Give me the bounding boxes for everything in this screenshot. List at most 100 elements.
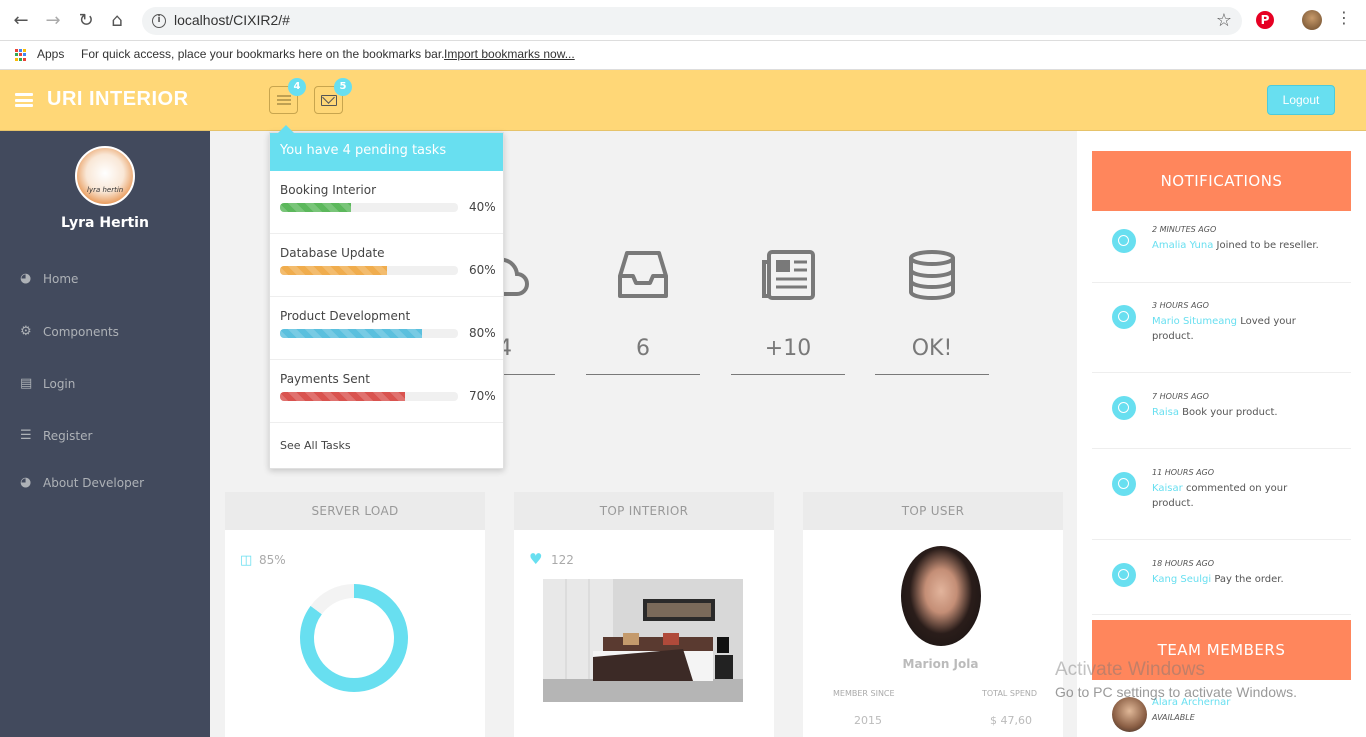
task-percent: 60% [469,263,496,277]
member-since-value: 2015 [854,714,882,727]
task-progress-bar [280,203,458,212]
stat-underline [875,374,989,375]
task-progress-bar [280,392,458,401]
apps-grid-icon[interactable] [15,49,27,61]
clock-icon [1112,229,1136,253]
task-name: Product Development [280,309,411,323]
notification-user-link[interactable]: Kaisar [1152,483,1183,494]
messages-count-badge: 5 [334,78,352,96]
stat-value: OK! [911,336,953,361]
member-since-label: MEMBER SINCE [833,689,895,698]
newspaper-icon [731,250,845,302]
user-avatar[interactable]: lyra hertin [75,146,135,206]
task-progress-fill [280,392,405,401]
tasks-icon [277,95,291,105]
team-member-avatar[interactable] [1112,697,1147,732]
browser-toolbar: ← → ↻ ⌂ i localhost/CIXIR2/# ☆ P ⋮ [0,0,1366,41]
notification-message: Kaisar commented on your product. [1152,481,1332,511]
cogs-icon: ⚙ [20,324,32,339]
server-load-donut [300,584,408,692]
avatar-signature: lyra hertin [87,186,124,194]
windows-activation-watermark: Activate Windows [1055,659,1205,680]
forward-icon[interactable]: → [41,9,65,33]
notification-user-link[interactable]: Raisa [1152,407,1179,418]
app-header: URI INTERIOR 4 5 Logout [0,70,1366,131]
top-interior-panel: TOP INTERIOR ♥ 122 [514,492,774,737]
clock-icon [1112,563,1136,587]
browser-menu-icon[interactable]: ⋮ [1336,8,1352,27]
notification-message: Raisa Book your product. [1152,405,1332,420]
back-icon[interactable]: ← [9,9,33,33]
notification-user-link[interactable]: Amalia Yuna [1152,240,1213,251]
task-percent: 70% [469,389,496,403]
stat-inbox: 6 [586,250,700,375]
stat-newspaper: +10 [731,250,845,375]
pinterest-extension-icon[interactable]: P [1256,11,1274,29]
task-progress-bar [280,329,458,338]
tasks-count-badge: 4 [288,78,306,96]
stat-value: 6 [636,336,650,361]
task-name: Payments Sent [280,372,370,386]
reload-icon[interactable]: ↻ [74,9,98,33]
notification-time: 18 HOURS AGO [1152,559,1215,568]
task-item[interactable]: Product Development 80% [270,297,503,360]
sidebar-item-label: Components [43,325,119,339]
divider [1092,539,1351,540]
divider [1092,372,1351,373]
bookmark-star-icon[interactable]: ☆ [1216,10,1232,31]
clock-icon [1112,305,1136,329]
notification-time: 3 HOURS AGO [1152,301,1209,310]
total-spend-label: TOTAL SPEND [982,689,1038,698]
bookmarks-hint: For quick access, place your bookmarks h… [81,47,445,61]
task-percent: 80% [469,326,496,340]
hamburger-menu-icon[interactable] [15,93,33,107]
notification-text: Book your product. [1182,407,1278,418]
apps-bookmark[interactable]: Apps [37,47,64,61]
brand-logo[interactable]: URI INTERIOR [47,88,189,111]
logout-button[interactable]: Logout [1267,85,1335,115]
tasks-icon: ☰ [20,428,32,443]
notification-text: Joined to be reseller. [1216,240,1319,251]
top-user-avatar[interactable] [901,546,981,646]
heart-icon[interactable]: ♥ [529,550,542,568]
divider [1092,614,1351,615]
import-bookmarks-link[interactable]: Import bookmarks now... [444,47,575,61]
notification-user-link[interactable]: Mario Situmeang [1152,316,1237,327]
user-name: Lyra Hertin [61,215,149,231]
bedroom-photo [543,579,743,702]
top-user-panel: TOP USER Marion Jola MEMBER SINCE TOTAL … [803,492,1063,737]
url-text[interactable]: localhost/CIXIR2/# [174,12,290,28]
stat-database: OK! [875,250,989,375]
task-name: Database Update [280,246,385,260]
top-user-name: Marion Jola [902,657,979,671]
sidebar: lyra hertin Lyra Hertin ◕ Home ⚙ Compone… [0,131,210,737]
sidebar-item-label: Register [43,429,93,443]
dashboard-icon: ◕ [20,475,32,490]
notifications-title: NOTIFICATIONS [1092,151,1351,211]
notification-user-link[interactable]: Kang Seulgi [1152,574,1211,585]
notification-time: 2 MINUTES AGO [1152,225,1217,234]
divider [1092,448,1351,449]
notification-message: Amalia Yuna Joined to be reseller. [1152,238,1332,253]
database-icon: ◫ [240,553,253,568]
task-name: Booking Interior [280,183,377,197]
notification-text: Pay the order. [1214,574,1284,585]
profile-avatar[interactable] [1302,10,1322,30]
database-icon [875,250,989,302]
envelope-icon [321,95,337,106]
info-icon[interactable]: i [152,14,166,28]
likes-count: 122 [551,553,574,567]
tasks-dropdown-title: You have 4 pending tasks [270,133,503,171]
task-item[interactable]: Booking Interior 40% [270,171,503,234]
home-icon[interactable]: ⌂ [105,9,129,33]
notification-time: 11 HOURS AGO [1152,468,1215,477]
task-progress-fill [280,266,387,275]
task-item[interactable]: Database Update 60% [270,234,503,297]
task-progress-fill [280,203,352,212]
see-all-tasks-link[interactable]: See All Tasks [280,439,351,452]
task-item[interactable]: Payments Sent 70% [270,360,503,423]
address-bar[interactable]: i localhost/CIXIR2/# ☆ [142,7,1242,35]
sidebar-item-label: Login [43,377,76,391]
team-member-status: AVAILABLE [1152,713,1195,722]
stat-underline [586,374,700,375]
